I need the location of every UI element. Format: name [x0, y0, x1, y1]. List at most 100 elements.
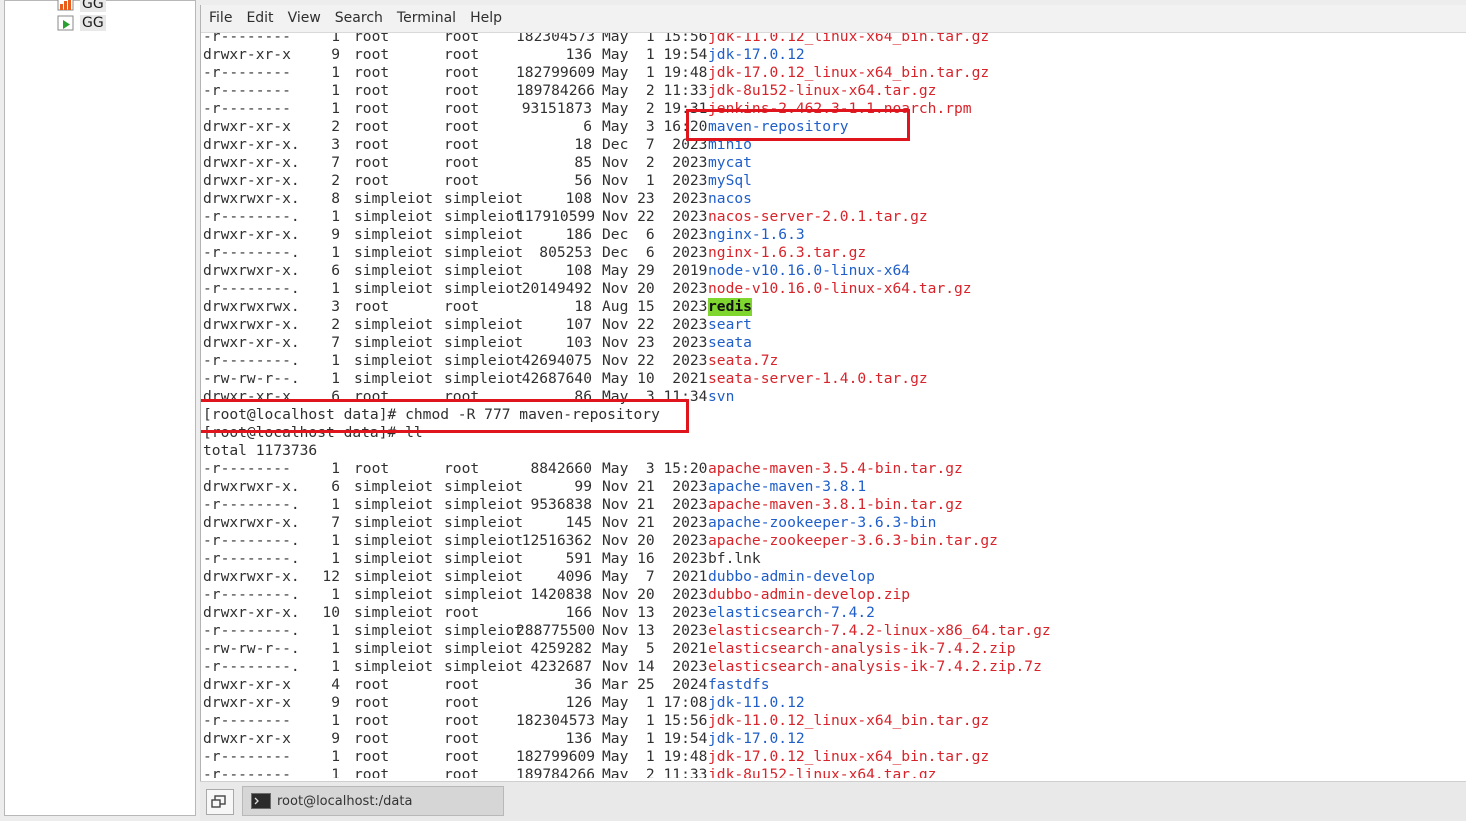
file-permissions: drwxrwxr-x.	[203, 478, 300, 495]
file-size: 136	[565, 730, 592, 747]
file-size: 93151873	[521, 100, 592, 117]
file-group: root	[444, 46, 480, 63]
file-size: 107	[565, 316, 592, 333]
link-count: 1	[331, 208, 340, 225]
listing-row: -r--------. 1 simpleiot simpleiot117910599 N…	[203, 208, 1463, 226]
file-owner: root	[354, 298, 390, 315]
file-date: Mar 25 2024	[602, 676, 708, 693]
taskbar-task-label: root@localhost:/data	[277, 793, 413, 809]
chart-app-icon	[57, 0, 75, 12]
file-owner: simpleiot	[354, 334, 434, 351]
run-app-icon	[57, 15, 75, 31]
file-group: root	[444, 748, 480, 765]
left-panel: GG GG	[4, 0, 196, 816]
taskbar-terminal-task[interactable]: root@localhost:/data	[242, 786, 504, 816]
file-owner: simpleiot	[354, 604, 434, 621]
file-permissions: -rw-rw-r--.	[203, 640, 300, 657]
link-count: 1	[331, 370, 340, 387]
tree-item-gg-2[interactable]: GG	[57, 14, 106, 32]
file-owner: root	[354, 154, 390, 171]
file-name: seart	[708, 316, 752, 333]
file-permissions: drwxr-xr-x.	[203, 604, 300, 621]
file-permissions: drwxr-xr-x.	[203, 226, 300, 243]
listing-row: drwxrwxr-x. 6 simpleiot simpleiot 108 May 29 …	[203, 262, 1463, 280]
file-name: nacos	[708, 190, 752, 207]
file-group: simpleiot	[444, 226, 524, 243]
menu-search[interactable]: Search	[328, 5, 390, 32]
file-date: May 1 19:54	[602, 46, 708, 63]
menu-file[interactable]: File	[201, 5, 239, 32]
file-permissions: -r--------.	[203, 496, 300, 513]
link-count: 8	[331, 190, 340, 207]
link-count: 1	[331, 496, 340, 513]
tree-item-gg-1[interactable]: GG	[57, 0, 106, 13]
file-owner: simpleiot	[354, 244, 434, 261]
file-permissions: drwxr-xr-x	[203, 388, 291, 405]
file-date: Aug 15 2023	[602, 298, 708, 315]
link-count: 3	[331, 298, 340, 315]
file-group: simpleiot	[444, 532, 524, 549]
link-count: 1	[331, 280, 340, 297]
file-group: root	[444, 460, 480, 477]
file-size: 182304573	[516, 712, 596, 729]
file-size: 136	[565, 46, 592, 63]
file-owner: simpleiot	[354, 190, 434, 207]
file-name: mySql	[708, 172, 752, 189]
file-group: simpleiot	[444, 208, 524, 225]
listing-row: drwxr-xr-x. 7 simpleiot simpleiot 103 Nov 23 …	[203, 334, 1463, 352]
listing-row: -r-------- 1 root root 182304573 May 1 15:56j…	[203, 712, 1463, 730]
menu-view[interactable]: View	[281, 5, 328, 32]
link-count: 7	[331, 154, 340, 171]
file-group: root	[444, 82, 480, 99]
file-name: svn	[708, 388, 735, 405]
file-permissions: -r--------	[203, 64, 291, 81]
menu-edit[interactable]: Edit	[239, 5, 280, 32]
link-count: 2	[331, 172, 340, 189]
file-date: May 3 11:34	[602, 388, 708, 405]
file-owner: root	[354, 82, 390, 99]
link-count: 1	[331, 766, 340, 778]
file-date: Nov 22 2023	[602, 208, 708, 225]
file-group: simpleiot	[444, 586, 524, 603]
listing-row: -r-------- 1 root root 8842660 May 3 15:20apa…	[203, 460, 1463, 478]
listing-row: -r--------. 1 simpleiot simpleiot 4232687 Nov…	[203, 658, 1463, 676]
file-permissions: -r--------.	[203, 586, 300, 603]
link-count: 1	[331, 460, 340, 477]
file-group: simpleiot	[444, 568, 524, 585]
menu-terminal[interactable]: Terminal	[390, 5, 463, 32]
file-size: 85	[574, 154, 592, 171]
file-name: apache-maven-3.8.1	[708, 478, 867, 495]
file-group: root	[444, 712, 480, 729]
file-size: 18	[574, 298, 592, 315]
file-size: 189784266	[516, 766, 596, 778]
file-owner: root	[354, 100, 390, 117]
file-owner: root	[354, 748, 390, 765]
file-group: simpleiot	[444, 640, 524, 657]
file-permissions: -r--------.	[203, 280, 300, 297]
file-size: 6	[583, 118, 592, 135]
file-size: 126	[565, 694, 592, 711]
file-date: Nov 14 2023	[602, 658, 708, 675]
listing-row: -r--------. 1 simpleiot simpleiot42694075 No…	[203, 352, 1463, 370]
file-size: 1420838	[530, 586, 592, 603]
file-permissions: drwxrwxr-x.	[203, 190, 300, 207]
show-desktop-button[interactable]	[206, 789, 234, 815]
file-date: May 1 17:08	[602, 694, 708, 711]
file-date: May 1 19:48	[602, 748, 708, 765]
file-owner: simpleiot	[354, 658, 434, 675]
file-group: root	[444, 730, 480, 747]
file-permissions: drwxr-xr-x	[203, 118, 291, 135]
link-count: 2	[331, 118, 340, 135]
menu-help[interactable]: Help	[463, 5, 509, 32]
listing-row: drwxr-xr-x 6 root root 86 May 3 11:34svn	[203, 388, 1463, 406]
file-name: node-v10.16.0-linux-x64	[708, 262, 911, 279]
listing-row: -rw-rw-r--. 1 simpleiot simpleiot42687640 Ma…	[203, 370, 1463, 388]
link-count: 1	[331, 244, 340, 261]
file-date: May 10 2021	[602, 370, 708, 387]
show-desktop-icon	[207, 795, 233, 818]
file-group: simpleiot	[444, 244, 524, 261]
listing-row: drwxrwxr-x. 2 simpleiot simpleiot 107 Nov 22 …	[203, 316, 1463, 334]
terminal-output[interactable]: -r-------- 1 root root 182304573 May 1 15:56j…	[203, 28, 1463, 778]
file-group: root	[444, 154, 480, 171]
listing-row: drwxr-xr-x. 9 simpleiot simpleiot 186 Dec 6 2…	[203, 226, 1463, 244]
